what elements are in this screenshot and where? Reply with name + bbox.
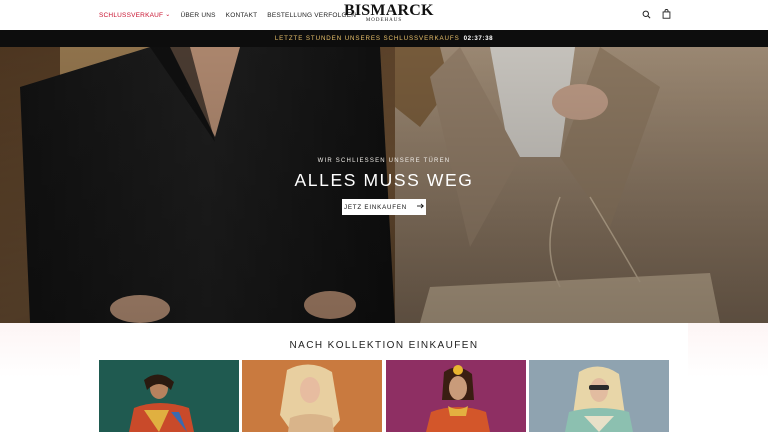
nav-item-label: SCHLUSSVERKAUF	[99, 11, 164, 19]
hero-banner: WIR SCHLIESSEN UNSERE TÜREN ALLES MUSS W…	[0, 47, 768, 323]
collection-card-2[interactable]	[242, 360, 382, 432]
logo-main-text: BISMARCK	[344, 2, 434, 19]
hero-content: WIR SCHLIESSEN UNSERE TÜREN ALLES MUSS W…	[0, 47, 768, 323]
bag-icon[interactable]	[660, 8, 672, 20]
header-icons	[640, 8, 672, 20]
collection-card-1[interactable]	[99, 360, 239, 432]
chevron-down-icon: ⌄	[165, 12, 171, 18]
shop-now-button[interactable]: JETZ EINKAUFEN	[342, 199, 426, 215]
collections-title: NACH KOLLEKTION EINKAUFEN	[289, 340, 479, 351]
countdown-timer: 02:37:38	[463, 35, 494, 42]
collection-image	[529, 360, 669, 432]
collection-image	[386, 360, 526, 432]
announcement-text: LETZTE STUNDEN UNSERES SCHLUSSVERKAUFS	[274, 35, 460, 42]
collections-section: NACH KOLLEKTION EINKAUFEN	[0, 323, 768, 432]
collection-image	[99, 360, 239, 432]
main-nav: SCHLUSSVERKAUF ⌄ ÜBER UNS KONTAKT BESTEL…	[99, 0, 356, 30]
nav-item-schlussverkauf[interactable]: SCHLUSSVERKAUF ⌄	[99, 12, 170, 19]
announcement-bar: LETZTE STUNDEN UNSERES SCHLUSSVERKAUFS 0…	[0, 30, 768, 47]
nav-item-kontakt[interactable]: KONTAKT	[226, 12, 258, 19]
collection-card-3[interactable]	[386, 360, 526, 432]
nav-item-bestellung-verfolgen[interactable]: BESTELLUNG VERFOLGEN	[267, 12, 356, 19]
nav-item-ueber-uns[interactable]: ÜBER UNS	[180, 12, 215, 19]
collection-card-4[interactable]	[529, 360, 669, 432]
shop-now-label: JETZ EINKAUFEN	[343, 203, 408, 211]
hero-eyebrow: WIR SCHLIESSEN UNSERE TÜREN	[317, 158, 451, 164]
arrow-right-icon	[417, 203, 425, 211]
nav-item-label: ÜBER UNS	[180, 11, 216, 19]
site-header: SCHLUSSVERKAUF ⌄ ÜBER UNS KONTAKT BESTEL…	[0, 0, 768, 30]
nav-item-label: BESTELLUNG VERFOLGEN	[267, 11, 357, 19]
nav-item-label: KONTAKT	[225, 11, 258, 19]
hero-title: ALLES MUSS WEG	[294, 170, 474, 190]
search-icon[interactable]	[640, 8, 652, 20]
site-logo[interactable]: BISMARCK MODEHAUS	[344, 2, 434, 24]
collection-image	[242, 360, 382, 432]
